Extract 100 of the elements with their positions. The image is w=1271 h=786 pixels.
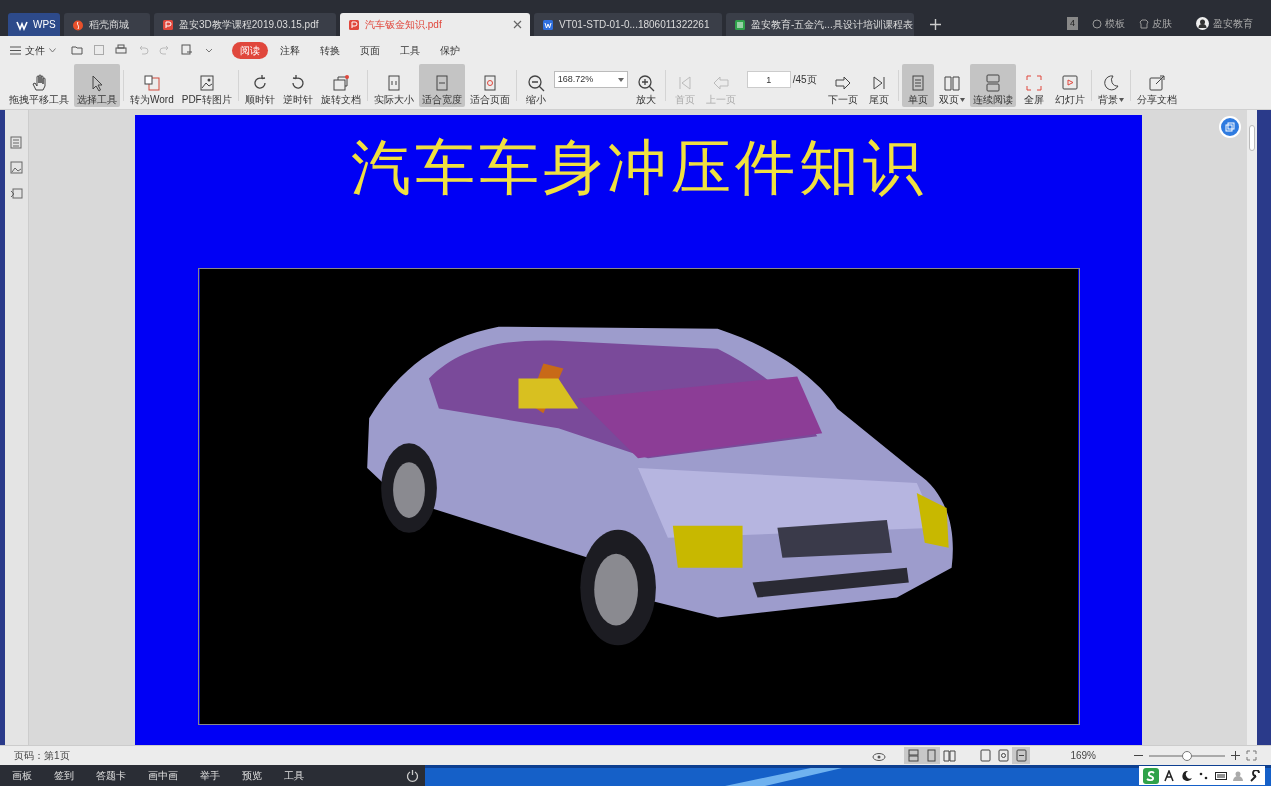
slide-title: 汽车车身冲压件知识 [350,131,927,204]
template-link[interactable]: 模板 [1105,16,1125,31]
taskbar-item[interactable]: 答题卡 [96,768,126,783]
taskbar-item[interactable]: 工具 [284,768,304,783]
user-name[interactable]: 盈安教育 [1213,16,1253,31]
taskbar-item[interactable]: 画中画 [148,768,178,783]
power-icon [406,769,419,782]
fullscreen-icon [1024,74,1043,92]
tab[interactable]: VT01-STD-01-0...1806011322261 [534,13,722,36]
skin-link[interactable]: 皮肤 [1152,16,1172,31]
toolbar-button[interactable]: 实际大小 [370,64,417,107]
right-arrow-icon [833,74,852,92]
page-indicator: 页码：第1页 [14,749,70,763]
tab[interactable]: 汽车钣金知识.pdf [340,13,530,36]
picture-icon [197,74,216,92]
toolbar-button[interactable]: 转为Word [127,64,177,107]
share-icon [1147,74,1166,92]
outline-icon[interactable] [10,136,23,149]
left-arrow-icon [711,74,730,92]
keyboard-icon [1215,769,1227,782]
fullscreen-icon [1246,750,1257,761]
caret-icon [1118,98,1124,102]
zoom-slider-thumb[interactable] [1182,750,1192,761]
toolbar-button[interactable]: 全屏 [1017,64,1050,107]
tab[interactable]: 盈安教育-五金汽...具设计培训课程表 [726,13,914,36]
slideshow-icon [1060,74,1079,92]
shirt-icon [1139,18,1149,29]
toolbar-button[interactable]: 旋转文档 [317,64,364,107]
toolbar-button[interactable]: 连续阅读 [969,64,1016,107]
taskbar-item[interactable]: 预览 [242,768,262,783]
menu-tab[interactable]: 工具 [392,41,428,59]
word-convert-icon [142,74,161,92]
close-icon [513,20,522,29]
tab[interactable]: 稻壳商城 [64,13,150,36]
page-total: /45页 [792,73,817,87]
tab[interactable]: 盈安3D教学课程2019.03.15.pdf [154,13,336,36]
rotate-document-icon [331,74,350,92]
fit-width-icon [1014,749,1028,762]
spreadsheet-icon [734,18,746,31]
toolbar-button[interactable]: 双页 [935,64,968,107]
page-number-field[interactable]: 1 [746,71,791,88]
folder-icon [71,44,83,56]
continuous-pages-icon [906,749,920,762]
fit-page-icon [996,749,1010,762]
zoom-out-icon [526,74,545,92]
undo-icon [137,44,149,56]
view-mode-button[interactable] [922,747,941,764]
menu-tab[interactable]: 页面 [352,41,388,59]
toolbar-button[interactable]: 选择工具 [74,64,120,107]
tab[interactable]: WPS [8,13,60,36]
eye-icon [872,750,887,761]
toolbar-button[interactable]: PDF转图片 [178,64,235,107]
redo-icon [159,44,171,56]
toolbar-button[interactable]: 放大 [629,64,662,107]
moon-icon [1101,74,1120,92]
continuous-pages-icon [983,74,1002,92]
taskbar-item[interactable]: 画板 [12,768,32,783]
toolbar-button[interactable]: 单页 [901,64,934,107]
toolbar-button[interactable]: 适合页面 [466,64,513,107]
moon-icon [1181,769,1193,782]
toolbar-button[interactable]: 逆时针 [279,64,316,107]
toolbar-button[interactable]: 缩小 [519,64,552,107]
toolbar-button[interactable]: 适合宽度 [418,64,465,107]
toolbar-button[interactable]: 背景 [1094,64,1127,107]
picture-icon[interactable] [10,161,23,174]
plus-icon [1231,751,1240,760]
fit-mode-button[interactable] [1012,747,1031,764]
toolbar-button[interactable]: 幻灯片 [1051,64,1088,107]
view-mode-button[interactable] [904,747,923,764]
taskbar-item[interactable]: 举手 [200,768,220,783]
document-icon [542,18,554,31]
taskbar-item[interactable]: 签到 [54,768,74,783]
printer-icon [115,44,127,56]
actual-size-icon [978,749,992,762]
toolbar-button[interactable]: 分享文档 [1133,64,1180,107]
font-icon [1164,769,1176,782]
open-book-icon [942,749,956,762]
pdf-icon [348,18,360,31]
menu-tab[interactable]: 转换 [312,41,348,59]
window-count-badge[interactable]: 4 [1067,16,1078,31]
toolbar-button[interactable]: 尾页 [862,64,895,107]
plus-icon [930,19,941,30]
copy-icon [1225,122,1235,132]
toolbar-button[interactable]: 下一页 [824,64,861,107]
toolbar-button[interactable]: 顺时针 [241,64,278,107]
zoom-percentage: 169% [1070,749,1096,763]
menu-tab[interactable]: 阅读 [232,41,268,59]
menu-tab[interactable]: 注释 [272,41,308,59]
toolbar-button[interactable]: 拖拽平移工具 [6,64,72,107]
file-menu[interactable]: 文件 [10,42,64,58]
scrollbar-thumb[interactable] [1249,125,1255,151]
zoom-field[interactable]: 168.72% [553,71,628,88]
menu-icon [10,45,21,55]
user-icon [1232,769,1244,782]
zoom-in-icon [636,74,655,92]
float-action-button[interactable] [1219,116,1241,138]
menu-tab[interactable]: 保护 [432,41,468,59]
chevron-down-icon [617,77,624,82]
single-page-icon [924,749,938,762]
view-mode-button[interactable] [940,747,959,764]
